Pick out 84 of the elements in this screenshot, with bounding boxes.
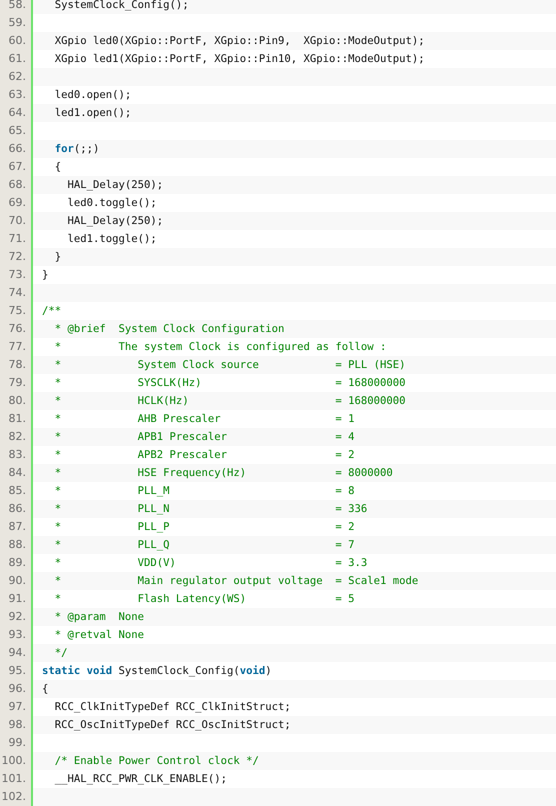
code-line: * APB1 Prescaler = 4 <box>54 430 355 445</box>
code-line: */ <box>54 646 68 661</box>
code-line: * @retval None <box>54 628 144 643</box>
code-line: for(;;) <box>54 142 100 157</box>
line-number: 65. <box>0 122 33 140</box>
code-line: * System Clock source = PLL (HSE) <box>54 358 406 373</box>
line-number: 81. <box>0 410 33 428</box>
line-number: 77. <box>0 338 33 356</box>
line-number: 93. <box>0 626 33 644</box>
code-line: { <box>41 682 48 697</box>
code-line: HAL_Delay(250); <box>66 214 164 229</box>
line-number: 82. <box>0 428 33 446</box>
line-number: 80. <box>0 392 33 410</box>
code-line: led0.toggle(); <box>66 196 157 211</box>
line-number: 70. <box>0 212 33 230</box>
code-line: XGpio led1(XGpio::PortF, XGpio::Pin10, XGpio::ModeOutput); <box>54 52 425 67</box>
code-line: led1.toggle(); <box>66 232 157 247</box>
code-line: * PLL_N = 336 <box>54 502 368 517</box>
line-number: 87. <box>0 518 33 536</box>
line-number: 97. <box>0 698 33 716</box>
code-line: * PLL_Q = 7 <box>54 538 355 553</box>
line-number: 100. <box>0 752 33 770</box>
line-number: 71. <box>0 230 33 248</box>
line-number: 89. <box>0 554 33 572</box>
code-line: * @param None <box>54 610 144 625</box>
code-line: RCC_ClkInitTypeDef RCC_ClkInitStruct; <box>54 700 291 715</box>
line-number: 91. <box>0 590 33 608</box>
line-number: 59. <box>0 14 33 32</box>
code-line: * Main regulator output voltage = Scale1 mode <box>54 574 418 589</box>
line-number: 60. <box>0 32 33 50</box>
code-line: * APB2 Prescaler = 2 <box>54 448 355 463</box>
code-line: /* Enable Power Control clock */ <box>54 754 259 769</box>
line-number: 62. <box>0 68 33 86</box>
line-number: 78. <box>0 356 33 374</box>
line-number: 76. <box>0 320 33 338</box>
line-number: 88. <box>0 536 33 554</box>
line-number: 66. <box>0 140 33 158</box>
code-line: * PLL_P = 2 <box>54 520 355 535</box>
code-line: * PLL_M = 8 <box>54 484 355 499</box>
code-line: /** <box>41 304 62 319</box>
line-number: 101. <box>0 770 33 788</box>
code-line: * Flash Latency(WS) = 5 <box>54 592 355 607</box>
line-number: 96. <box>0 680 33 698</box>
code-line: RCC_OscInitTypeDef RCC_OscInitStruct; <box>54 718 291 733</box>
code-line: XGpio led0(XGpio::PortF, XGpio::Pin9, XGpio::ModeOutput); <box>54 34 425 49</box>
code-line: } <box>41 268 48 283</box>
code-line: * AHB Prescaler = 1 <box>54 412 355 427</box>
line-number: 72. <box>0 248 33 266</box>
line-number: 75. <box>0 302 33 320</box>
line-number: 74. <box>0 284 33 302</box>
code-line: * SYSCLK(Hz) = 168000000 <box>54 376 406 391</box>
line-number: 90. <box>0 572 33 590</box>
code-line: led0.open(); <box>54 88 132 103</box>
code-line: * HCLK(Hz) = 168000000 <box>54 394 406 409</box>
code-line: led1.open(); <box>54 106 132 121</box>
code-line: __HAL_RCC_PWR_CLK_ENABLE(); <box>54 772 227 787</box>
code-line: } <box>54 250 62 265</box>
line-number: 86. <box>0 500 33 518</box>
code-line: SystemClock_Config(); <box>54 0 189 13</box>
line-number: 67. <box>0 158 33 176</box>
code-line: * @brief System Clock Configuration <box>54 322 284 337</box>
code-line: * The system Clock is configured as follow : <box>54 340 386 355</box>
line-number: 58. <box>0 0 33 14</box>
line-number: 85. <box>0 482 33 500</box>
line-number: 98. <box>0 716 33 734</box>
line-number: 64. <box>0 104 33 122</box>
line-number: 99. <box>0 734 33 752</box>
line-number: 79. <box>0 374 33 392</box>
code-line: * HSE Frequency(Hz) = 8000000 <box>54 466 393 481</box>
line-number: 102. <box>0 788 33 806</box>
line-number: 69. <box>0 194 33 212</box>
code-line: static void SystemClock_Config(void) <box>41 664 272 679</box>
line-number: 84. <box>0 464 33 482</box>
code-line: HAL_Delay(250); <box>66 178 164 193</box>
line-number: 68. <box>0 176 33 194</box>
line-number: 92. <box>0 608 33 626</box>
code-line: { <box>54 160 62 175</box>
code-line: * VDD(V) = 3.3 <box>54 556 368 571</box>
line-number: 73. <box>0 266 33 284</box>
line-number: 83. <box>0 446 33 464</box>
line-number: 95. <box>0 662 33 680</box>
line-number: 63. <box>0 86 33 104</box>
line-number: 61. <box>0 50 33 68</box>
line-number: 94. <box>0 644 33 662</box>
